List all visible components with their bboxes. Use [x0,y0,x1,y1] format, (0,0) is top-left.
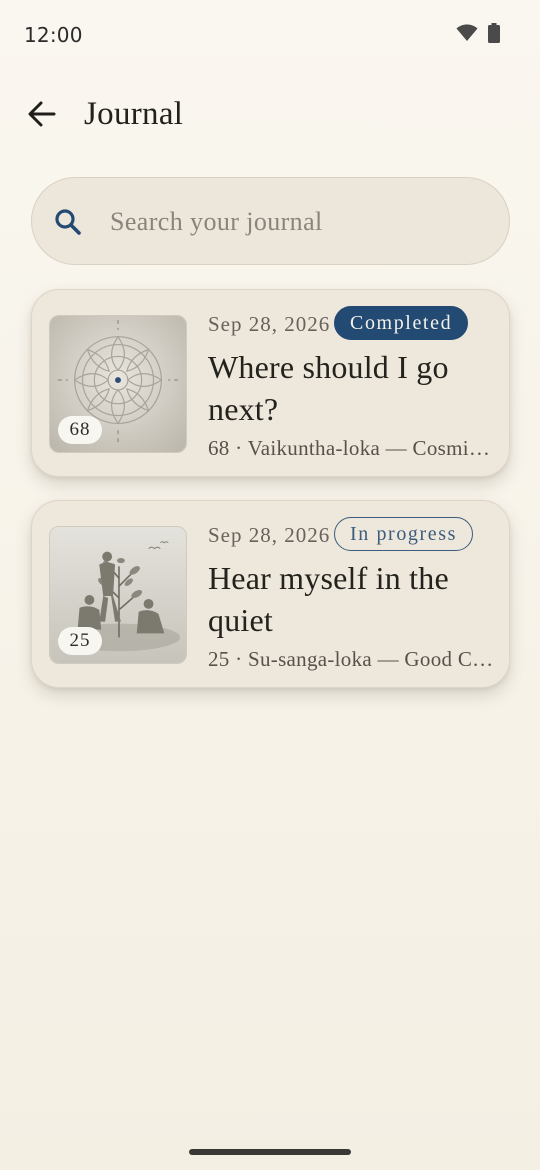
status-time: 12:00 [24,23,83,47]
entry-date: Sep 28, 2026 [208,523,331,547]
status-badge-in-progress: In progress [334,517,474,551]
entry-meta: 25 · Su-sanga-loka — Good Co… [208,647,496,671]
status-badge-completed: Completed [334,306,469,340]
app-bar: Journal [0,86,540,148]
page-title: Journal [84,96,184,132]
entry-thumbnail: 25 [49,526,187,664]
wifi-icon [456,24,478,47]
arrow-left-icon [28,101,56,132]
gesture-nav-handle[interactable] [189,1149,351,1155]
status-bar: 12:00 [0,0,540,70]
entry-title: Where should I go next? [208,349,449,427]
entry-date: Sep 28, 2026 [208,312,331,336]
search-icon [50,204,86,240]
entry-number-badge: 25 [58,627,102,655]
entry-meta: 68 · Vaikuntha-loka — Cosmic… [208,436,496,460]
journal-entry-card[interactable]: 68 Sep 28, 2026 Completed Where should I… [31,289,510,477]
battery-icon [488,22,500,48]
status-icons [456,22,500,48]
entry-title: Hear myself in the quiet [208,560,449,638]
search-input[interactable] [110,178,490,266]
search-bar[interactable] [31,177,510,266]
entry-thumbnail: 68 [49,315,187,453]
entry-number-badge: 68 [58,416,102,444]
back-button[interactable] [18,92,66,140]
journal-entry-card[interactable]: 25 Sep 28, 2026 In progress Hear myself … [31,500,510,688]
